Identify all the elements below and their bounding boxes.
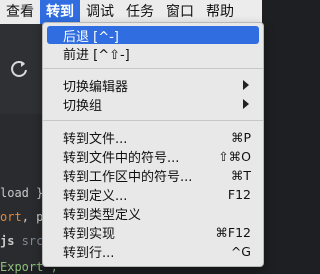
menu-item-go-to-definition[interactable]: 转到定义... F12 [47,185,259,204]
menu-separator [43,68,263,69]
submenu-arrow-icon [243,80,249,90]
menubar-view[interactable]: 查看 [0,0,40,24]
menu-item-go-to-implementation[interactable]: 转到实现 ⌘F12 [47,223,259,242]
submenu-arrow-icon [243,99,249,109]
menubar-go[interactable]: 转到 [40,0,80,24]
menubar-help[interactable]: 帮助 [200,0,240,24]
refresh-icon[interactable] [8,58,30,80]
menu-item-go-to-file[interactable]: 转到文件... ⌘P [47,128,259,147]
menu-item-switch-editor[interactable]: 切换编辑器 [47,76,259,95]
menu-item-switch-group[interactable]: 切换组 [47,95,259,114]
menu-item-go-to-type-definition[interactable]: 转到类型定义 [47,204,259,223]
menubar-window[interactable]: 窗口 [160,0,200,24]
editor-toolbar [0,24,48,114]
menubar-tasks[interactable]: 任务 [120,0,160,24]
menubar-debug[interactable]: 调试 [80,0,120,24]
editor-background: load }, ort, pay js src/r Export', [0,24,58,274]
menu-separator [43,120,263,121]
go-menu: 后退 [^-] 前进 [^⇧-] 切换编辑器 切换组 转到文件... ⌘P 转到… [42,22,264,267]
menu-item-go-to-symbol-in-workspace[interactable]: 转到工作区中的符号... ⌘T [47,166,259,185]
menu-item-forward[interactable]: 前进 [^⇧-] [47,44,259,63]
menubar: 查看 转到 调试 任务 窗口 帮助 [0,0,262,24]
menu-item-go-to-line[interactable]: 转到行... ^G [47,242,259,261]
menu-item-back[interactable]: 后退 [^-] [47,26,259,45]
menu-item-go-to-symbol-in-file[interactable]: 转到文件中的符号... ⇧⌘O [47,147,259,166]
